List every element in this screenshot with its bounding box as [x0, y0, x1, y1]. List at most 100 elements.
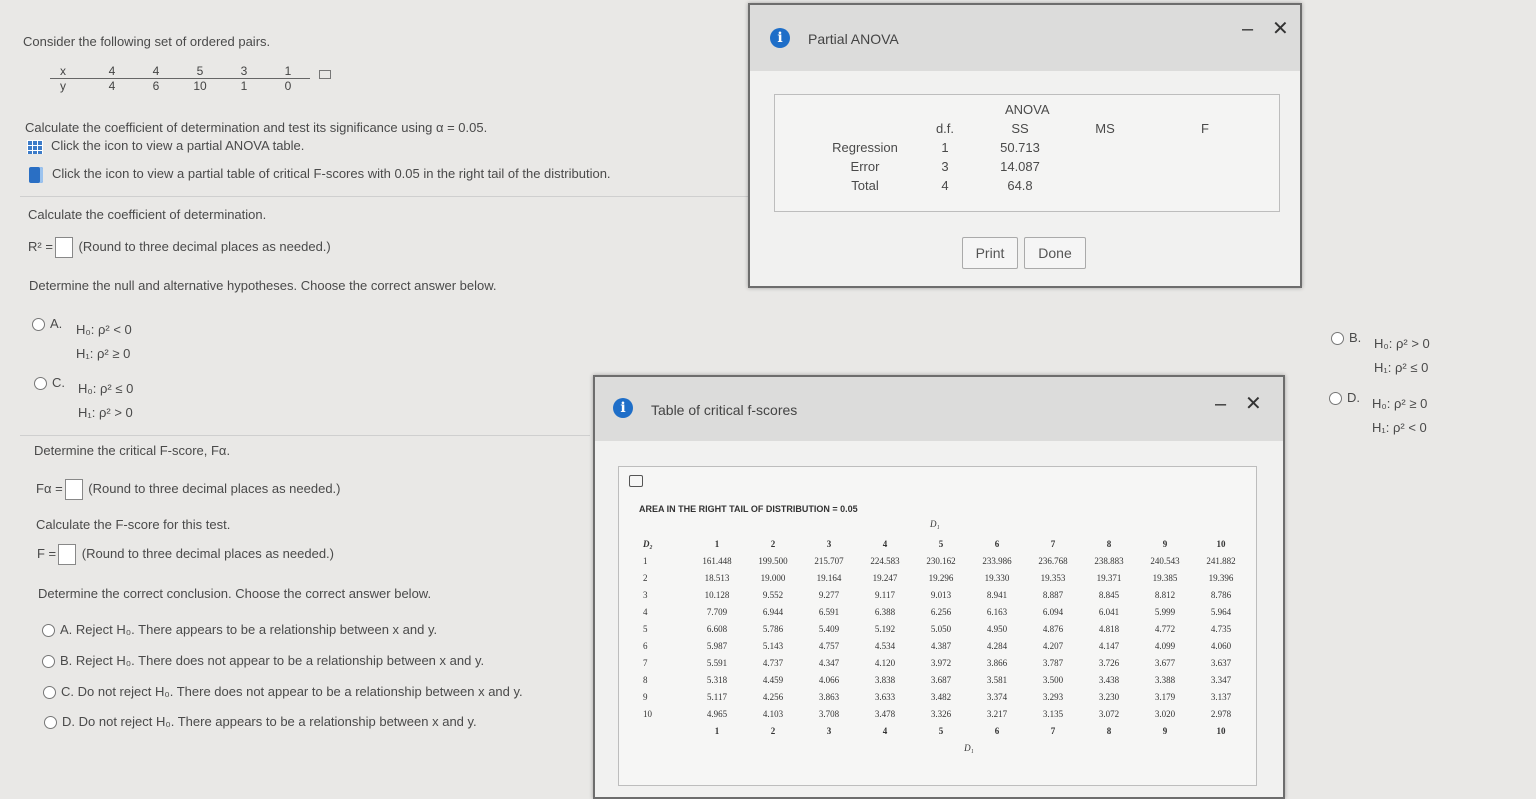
copy-icon[interactable] — [629, 475, 643, 487]
table-cell: 4.066 — [818, 674, 840, 685]
part1-prompt: Calculate the coefficient of determinati… — [28, 207, 267, 222]
row-label: Error — [850, 159, 880, 174]
table-icon[interactable] — [27, 139, 43, 154]
radio-c[interactable] — [34, 377, 47, 391]
h1-text: H₁: ρ² > 0 — [78, 405, 133, 420]
radio-conclusion-d[interactable] — [44, 716, 57, 730]
table-cell: 8.786 — [1210, 589, 1232, 600]
table-cell: 3.863 — [818, 691, 840, 702]
ms-cell — [1065, 157, 1145, 176]
table-row: 5 6.608 5.786 5.409 5.192 5.050 4.950 4.876 4.81… — [643, 620, 1249, 637]
conclusion-option-d[interactable]: D. Do not reject H₀. There appears to be… — [44, 714, 477, 730]
anova-header-row: d.f. SS MS F — [815, 119, 1265, 138]
print-button[interactable]: Print — [962, 237, 1018, 269]
column-footer: 3 — [826, 725, 832, 736]
fcrit-input[interactable] — [64, 479, 83, 501]
table-cell: 3.135 — [1042, 708, 1064, 719]
hypothesis-option-b[interactable]: B. — [1331, 330, 1361, 346]
option-letter: D. — [62, 714, 75, 729]
conclusion-option-a[interactable]: A. Reject H₀. There appears to be a rela… — [42, 622, 437, 638]
anova-link-text[interactable]: Click the icon to view a partial ANOVA t… — [51, 138, 304, 153]
table-cell: 6.041 — [1098, 606, 1120, 617]
column-footer: 10 — [1216, 725, 1226, 736]
fscores-link[interactable]: Click the icon to view a partial table o… — [29, 166, 611, 183]
table-cell: 3.438 — [1098, 674, 1120, 685]
round-note: (Round to three decimal places as needed… — [78, 239, 331, 254]
minimize-button[interactable]: – — [1215, 393, 1226, 416]
table-cell: 230.162 — [926, 555, 956, 566]
done-button[interactable]: Done — [1024, 237, 1086, 269]
hypothesis-a-text: H₀: ρ² < 0 H₁: ρ² ≥ 0 — [76, 318, 132, 366]
r2-label: R² = — [28, 239, 53, 254]
table-cell: 241.882 — [1206, 555, 1236, 566]
column-header: 7 — [1050, 538, 1056, 549]
table-cell: 8.845 — [1098, 589, 1120, 600]
row-header: 8 — [643, 674, 648, 685]
conclusion-option-c[interactable]: C. Do not reject H₀. There does not appe… — [43, 684, 523, 700]
table-cell: 8.887 — [1042, 589, 1064, 600]
table-cell: 236.768 — [1038, 555, 1068, 566]
table-cell: 3.866 — [986, 657, 1008, 668]
table-cell: 4.737 — [762, 657, 784, 668]
fscore-table-frame: AREA IN THE RIGHT TAIL OF DISTRIBUTION =… — [618, 466, 1257, 786]
header-cell: SS — [1011, 121, 1029, 136]
table-cell: 4.818 — [1098, 623, 1120, 634]
x-value: 5 — [178, 64, 222, 79]
book-icon[interactable] — [29, 166, 43, 183]
f-input[interactable] — [58, 544, 77, 566]
header-cell: MS — [1095, 121, 1115, 136]
column-header-row: D₂ 1 2 3 4 5 6 7 8 9 10 — [643, 535, 1249, 552]
column-header: 2 — [770, 538, 776, 549]
conclusion-option-b[interactable]: B. Reject H₀. There does not appear to b… — [42, 653, 484, 669]
table-cell: 3.687 — [930, 674, 952, 685]
d1-label: D₁ — [930, 519, 940, 529]
f-label: F = — [37, 546, 57, 561]
copy-icon[interactable] — [310, 64, 340, 93]
r2-input[interactable] — [54, 237, 73, 259]
radio-conclusion-b[interactable] — [42, 655, 55, 669]
column-header: 4 — [882, 538, 888, 549]
table-cell: 4.772 — [1154, 623, 1176, 634]
ss-cell: 64.8 — [1007, 178, 1033, 193]
column-header: 3 — [826, 538, 832, 549]
hypothesis-option-d[interactable]: D. — [1329, 390, 1360, 406]
table-cell: 9.277 — [818, 589, 840, 600]
radio-b[interactable] — [1331, 332, 1344, 346]
table-cell: 9.013 — [930, 589, 952, 600]
hypothesis-option-c[interactable]: C. — [34, 375, 65, 391]
h1-text: H₁: ρ² < 0 — [1372, 420, 1427, 435]
y-value: 10 — [193, 79, 207, 93]
y-value: 0 — [284, 79, 292, 93]
close-button[interactable]: ✕ — [1245, 391, 1262, 416]
row-header: 7 — [643, 657, 648, 668]
table-cell: 19.353 — [1040, 572, 1066, 583]
table-cell: 9.552 — [762, 589, 784, 600]
radio-a[interactable] — [32, 318, 45, 332]
option-letter: B. — [60, 653, 73, 668]
table-cell: 3.637 — [1210, 657, 1232, 668]
hypothesis-d-text: H₀: ρ² ≥ 0 H₁: ρ² < 0 — [1372, 392, 1427, 440]
table-cell: 5.318 — [706, 674, 728, 685]
option-text: Do not reject H₀. There does not appear … — [77, 684, 523, 699]
critical-fscores-dialog: i Table of critical f-scores – ✕ AREA IN… — [593, 375, 1285, 799]
column-footer: 9 — [1162, 725, 1168, 736]
option-letter: C. — [61, 684, 74, 699]
minimize-button[interactable]: – — [1242, 18, 1253, 41]
table-cell: 6.944 — [762, 606, 784, 617]
table-cell: 4.207 — [1042, 640, 1064, 651]
table-cell: 19.296 — [928, 572, 954, 583]
table-cell: 2.978 — [1210, 708, 1232, 719]
radio-conclusion-c[interactable] — [43, 686, 56, 700]
radio-conclusion-a[interactable] — [42, 624, 55, 638]
row-label: Regression — [832, 140, 898, 155]
radio-d[interactable] — [1329, 392, 1342, 406]
table-cell: 4.120 — [874, 657, 896, 668]
fscores-link-text[interactable]: Click the icon to view a partial table o… — [52, 166, 611, 181]
table-cell: 5.143 — [762, 640, 784, 651]
task-text: Calculate the coefficient of determinati… — [25, 120, 488, 135]
anova-link[interactable]: Click the icon to view a partial ANOVA t… — [27, 138, 304, 154]
hypothesis-option-a[interactable]: A. — [32, 316, 62, 332]
column-header: 6 — [994, 538, 1000, 549]
close-button[interactable]: ✕ — [1272, 16, 1289, 41]
table-row: 3 10.128 9.552 9.277 9.117 9.013 8.941 8.887 8.8… — [643, 586, 1249, 603]
